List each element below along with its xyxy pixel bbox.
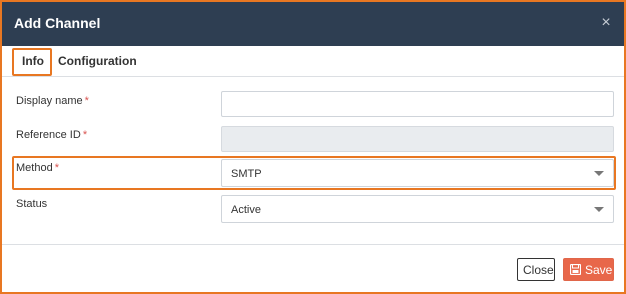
close-button-label: Close xyxy=(523,263,554,277)
method-label: Method * xyxy=(16,162,59,174)
status-label-text: Status xyxy=(16,198,48,210)
add-channel-dialog: Add Channel × Info Configuration Display… xyxy=(0,0,626,294)
tab-bar: Info Configuration xyxy=(2,46,624,77)
display-name-label-text: Display name xyxy=(16,95,83,107)
method-select-value: SMTP xyxy=(231,168,262,180)
reference-id-label: Reference ID * xyxy=(16,129,87,141)
close-button[interactable]: Close xyxy=(517,258,555,281)
method-label-text: Method xyxy=(16,162,53,174)
save-button-label: Save xyxy=(585,263,613,277)
status-select[interactable]: Active xyxy=(221,195,614,223)
chevron-down-icon xyxy=(594,207,604,212)
reference-id-input xyxy=(221,126,614,152)
required-mark: * xyxy=(54,162,59,174)
chevron-down-icon xyxy=(594,171,604,176)
reference-id-label-text: Reference ID xyxy=(16,129,81,141)
close-icon[interactable]: × xyxy=(599,15,613,31)
status-label: Status xyxy=(16,198,47,210)
display-name-input[interactable] xyxy=(221,91,614,117)
method-select[interactable]: SMTP xyxy=(221,159,614,187)
required-mark: * xyxy=(84,95,89,107)
footer-divider xyxy=(2,244,624,245)
save-button[interactable]: Save xyxy=(563,258,614,281)
dialog-header: Add Channel × xyxy=(2,2,624,46)
required-mark: * xyxy=(82,129,88,141)
save-icon xyxy=(570,264,581,275)
status-select-value: Active xyxy=(231,204,261,216)
tab-info[interactable]: Info xyxy=(22,54,44,68)
dialog-title: Add Channel xyxy=(14,15,101,31)
tab-configuration[interactable]: Configuration xyxy=(58,54,137,68)
display-name-label: Display name * xyxy=(16,95,89,107)
